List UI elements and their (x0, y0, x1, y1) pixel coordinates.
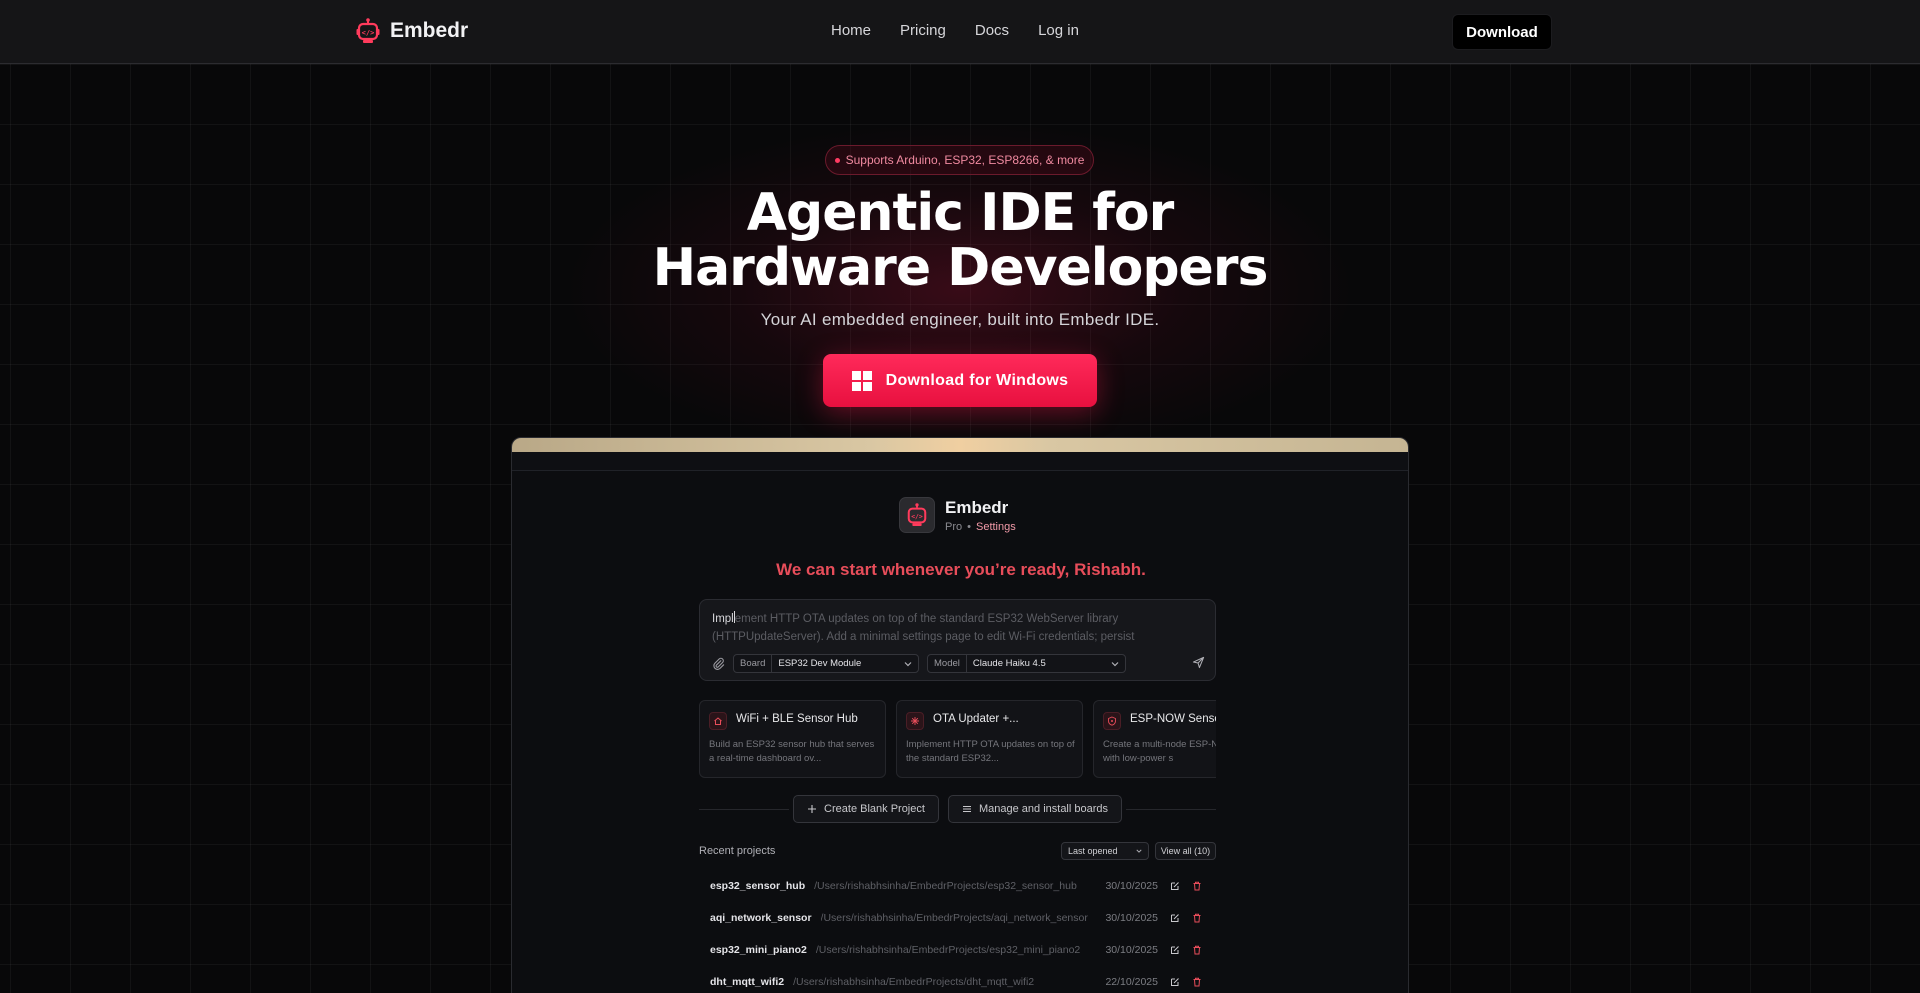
svg-text:</>: </> (362, 29, 375, 37)
project-name: esp32_mini_piano2 (710, 944, 807, 956)
brand[interactable]: </> Embedr (356, 18, 468, 44)
project-date: 22/10/2025 (1105, 976, 1158, 988)
nav-link-pricing[interactable]: Pricing (900, 22, 946, 39)
template-card-desc: Build an ESP32 sensor hub that serves a … (709, 739, 875, 764)
home-icon (709, 712, 727, 730)
supported-boards-badge: Supports Arduino, ESP32, ESP8266, & more (825, 145, 1094, 175)
app-brand: </> Embedr Pro • Settings (899, 497, 1016, 533)
recent-projects-heading: Recent projects (699, 845, 776, 857)
prompt-box[interactable]: Implement HTTP OTA updates on top of the… (699, 599, 1216, 681)
plan-label: Pro (945, 520, 963, 533)
prompt-suggestion-text: ement HTTP OTA updates on top of the sta… (712, 613, 1135, 643)
prompt-typed-text: Impl (712, 613, 734, 625)
sparkle-icon (906, 712, 924, 730)
model-select-value: Claude Haiku 4.5 (972, 658, 1046, 669)
nav-links: Home Pricing Docs Log in (831, 22, 1079, 39)
windows-icon (851, 370, 872, 391)
manage-boards-label: Manage and install boards (978, 803, 1109, 815)
greeting-text: We can start whenever you’re ready, Rish… (776, 560, 1146, 579)
prompt-input[interactable]: Implement HTTP OTA updates on top of the… (712, 610, 1207, 646)
project-row[interactable]: esp32_sensor_hub /Users/rishabhsinha/Emb… (699, 873, 1216, 899)
template-card[interactable]: ESP-NOW Sensor Create a multi-node ESP-N… (1093, 700, 1216, 778)
board-select-value: ESP32 Dev Module (778, 658, 862, 669)
trash-icon[interactable] (1192, 913, 1202, 923)
plus-icon (808, 805, 817, 813)
trash-icon[interactable] (1192, 977, 1202, 987)
chevron-down-icon (1136, 849, 1142, 853)
hero-subtitle: Your AI embedded engineer, built into Em… (760, 310, 1160, 329)
trash-icon[interactable] (1192, 881, 1202, 891)
settings-link[interactable]: Settings (976, 521, 1016, 533)
project-name: dht_mqtt_wifi2 (710, 976, 785, 988)
edit-icon[interactable] (1170, 945, 1180, 955)
app-meta: Pro • Settings (945, 520, 1016, 533)
hero-title-line2: Hardware Developers (652, 238, 1269, 298)
template-card[interactable]: WiFi + BLE Sensor Hub Build an ESP32 sen… (699, 700, 886, 778)
edit-icon[interactable] (1170, 913, 1180, 923)
nav-link-docs[interactable]: Docs (975, 22, 1009, 39)
app-preview-window: </> Embedr Pro • Settings We can start whe… (511, 437, 1409, 993)
app-toolbar (512, 452, 1408, 471)
project-row[interactable]: aqi_network_sensor /Users/rishabhsinha/E… (699, 905, 1216, 931)
project-path: /Users/rishabhsinha/EmbedrProjects/esp32… (814, 880, 1077, 892)
robot-icon: </> (907, 503, 927, 526)
chevron-down-icon (904, 661, 912, 666)
list-icon (962, 805, 971, 813)
divider-right (1126, 809, 1216, 810)
template-card-title: ESP-NOW Sensor (1130, 713, 1216, 725)
robot-icon: </> (356, 18, 380, 43)
project-date: 30/10/2025 (1105, 912, 1158, 924)
download-windows-label: Download for Windows (885, 371, 1069, 389)
app-logo: </> (899, 497, 935, 533)
paperclip-icon[interactable] (712, 657, 725, 670)
chevron-down-icon (1111, 661, 1119, 666)
create-blank-project-button[interactable]: Create Blank Project (793, 795, 939, 823)
template-card-desc: Implement HTTP OTA updates on top of the… (906, 739, 1075, 764)
app-titlebar (512, 438, 1408, 452)
project-date: 30/10/2025 (1105, 880, 1158, 892)
top-navbar: </> Embedr Home Pricing Docs Log in Down… (0, 0, 1920, 64)
project-path: /Users/rishabhsinha/EmbedrProjects/aqi_n… (820, 912, 1088, 924)
edit-icon[interactable] (1170, 977, 1180, 987)
badge-text: Supports Arduino, ESP32, ESP8266, & more (845, 153, 1085, 167)
project-path: /Users/rishabhsinha/EmbedrProjects/dht_m… (793, 976, 1035, 988)
svg-text:</>: </> (911, 513, 923, 521)
download-windows-button[interactable]: Download for Windows (823, 354, 1097, 407)
template-card[interactable]: OTA Updater +... Implement HTTP OTA upda… (896, 700, 1083, 778)
prompt-toolbar: Board ESP32 Dev Module Model Claude Haik… (712, 654, 1126, 673)
hero-title-line1: Agentic IDE for (746, 183, 1174, 243)
app-name: Embedr (945, 497, 1009, 517)
project-row[interactable]: dht_mqtt_wifi2 /Users/rishabhsinha/Embed… (699, 969, 1216, 993)
template-card-title: OTA Updater +... (933, 713, 1019, 725)
sort-select-value: Last opened (1068, 846, 1118, 856)
send-icon[interactable] (1192, 656, 1205, 669)
trash-icon[interactable] (1192, 945, 1202, 955)
shield-icon (1103, 712, 1121, 730)
create-blank-project-label: Create Blank Project (824, 803, 925, 815)
brand-name: Embedr (390, 19, 469, 42)
project-name: esp32_sensor_hub (710, 880, 806, 892)
nav-link-login[interactable]: Log in (1038, 22, 1079, 39)
board-select[interactable]: Board ESP32 Dev Module (733, 654, 919, 673)
badge-dot (834, 157, 840, 163)
template-card-desc: Create a multi-node ESP-NOW network with… (1103, 739, 1216, 764)
model-select-label: Model (928, 655, 967, 672)
view-all-button[interactable]: View all (10) (1155, 842, 1216, 860)
nav-download-button[interactable]: Download (1452, 14, 1552, 50)
edit-icon[interactable] (1170, 881, 1180, 891)
project-row[interactable]: esp32_mini_piano2 /Users/rishabhsinha/Em… (699, 937, 1216, 963)
project-path: /Users/rishabhsinha/EmbedrProjects/esp32… (815, 944, 1081, 956)
project-date: 30/10/2025 (1105, 944, 1158, 956)
divider-left (699, 809, 789, 810)
sort-select[interactable]: Last opened (1061, 842, 1149, 860)
hero-title: Agentic IDE for Hardware Developers (0, 186, 1920, 296)
project-name: aqi_network_sensor (710, 912, 812, 924)
board-select-label: Board (734, 655, 773, 672)
model-select[interactable]: Model Claude Haiku 4.5 (927, 654, 1126, 673)
manage-boards-button[interactable]: Manage and install boards (948, 795, 1122, 823)
nav-link-home[interactable]: Home (831, 22, 871, 39)
template-cards: WiFi + BLE Sensor Hub Build an ESP32 sen… (699, 700, 1216, 778)
template-card-title: WiFi + BLE Sensor Hub (736, 713, 858, 725)
